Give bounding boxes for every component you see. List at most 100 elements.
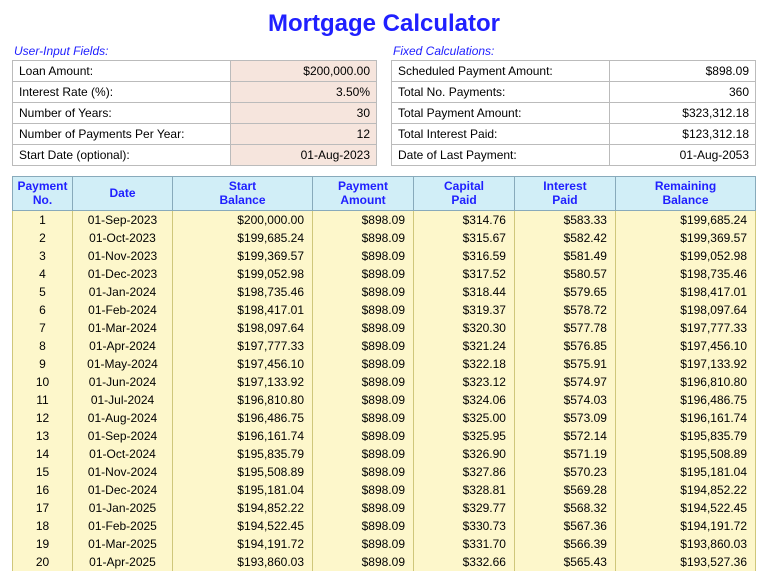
cell-payment-no: 6 (13, 301, 73, 319)
cell-start-balance: $195,508.89 (173, 463, 313, 481)
input-row: Number of Payments Per Year:12 (13, 124, 377, 145)
cell-payment-amount: $898.09 (313, 409, 414, 427)
cell-remaining-balance: $193,527.36 (615, 553, 755, 571)
table-row: 801-Apr-2024$197,777.33$898.09$321.24$57… (13, 337, 756, 355)
cell-payment-amount: $898.09 (313, 463, 414, 481)
cell-interest-paid: $570.23 (514, 463, 615, 481)
fixed-value: $323,312.18 (610, 103, 756, 124)
cell-capital-paid: $327.86 (414, 463, 515, 481)
fixed-label: Total No. Payments: (392, 82, 610, 103)
cell-capital-paid: $330.73 (414, 517, 515, 535)
input-label: Number of Payments Per Year: (13, 124, 231, 145)
col-payment-no: PaymentNo. (13, 177, 73, 211)
cell-interest-paid: $577.78 (514, 319, 615, 337)
cell-start-balance: $195,181.04 (173, 481, 313, 499)
cell-payment-no: 17 (13, 499, 73, 517)
fixed-row: Scheduled Payment Amount:$898.09 (392, 61, 756, 82)
cell-remaining-balance: $194,191.72 (615, 517, 755, 535)
cell-capital-paid: $319.37 (414, 301, 515, 319)
cell-date: 01-Dec-2024 (73, 481, 173, 499)
input-row: Start Date (optional):01-Aug-2023 (13, 145, 377, 166)
cell-payment-no: 1 (13, 210, 73, 229)
cell-payment-no: 5 (13, 283, 73, 301)
cell-capital-paid: $331.70 (414, 535, 515, 553)
cell-interest-paid: $568.32 (514, 499, 615, 517)
col-start-balance: StartBalance (173, 177, 313, 211)
cell-remaining-balance: $197,777.33 (615, 319, 755, 337)
cell-capital-paid: $329.77 (414, 499, 515, 517)
input-value[interactable]: 01-Aug-2023 (231, 145, 377, 166)
input-value[interactable]: $200,000.00 (231, 61, 377, 82)
col-date: Date (73, 177, 173, 211)
cell-payment-no: 20 (13, 553, 73, 571)
cell-payment-no: 3 (13, 247, 73, 265)
cell-start-balance: $194,852.22 (173, 499, 313, 517)
cell-date: 01-Apr-2025 (73, 553, 173, 571)
fixed-value: $123,312.18 (610, 124, 756, 145)
cell-payment-amount: $898.09 (313, 499, 414, 517)
table-row: 1001-Jun-2024$197,133.92$898.09$323.12$5… (13, 373, 756, 391)
cell-payment-amount: $898.09 (313, 265, 414, 283)
cell-interest-paid: $565.43 (514, 553, 615, 571)
fixed-row: Total Interest Paid:$123,312.18 (392, 124, 756, 145)
cell-remaining-balance: $199,685.24 (615, 210, 755, 229)
cell-remaining-balance: $193,860.03 (615, 535, 755, 553)
cell-payment-amount: $898.09 (313, 517, 414, 535)
cell-date: 01-Oct-2024 (73, 445, 173, 463)
table-row: 201-Oct-2023$199,685.24$898.09$315.67$58… (13, 229, 756, 247)
input-row: Interest Rate (%):3.50% (13, 82, 377, 103)
cell-start-balance: $196,161.74 (173, 427, 313, 445)
cell-payment-no: 12 (13, 409, 73, 427)
input-row: Loan Amount:$200,000.00 (13, 61, 377, 82)
cell-start-balance: $199,685.24 (173, 229, 313, 247)
col-remaining-balance: RemainingBalance (615, 177, 755, 211)
cell-date: 01-Jan-2025 (73, 499, 173, 517)
fixed-row: Total Payment Amount:$323,312.18 (392, 103, 756, 124)
input-value[interactable]: 30 (231, 103, 377, 124)
cell-remaining-balance: $194,852.22 (615, 481, 755, 499)
cell-capital-paid: $325.00 (414, 409, 515, 427)
col-capital-paid: CapitalPaid (414, 177, 515, 211)
cell-payment-no: 11 (13, 391, 73, 409)
table-row: 401-Dec-2023$199,052.98$898.09$317.52$58… (13, 265, 756, 283)
cell-payment-amount: $898.09 (313, 427, 414, 445)
table-row: 301-Nov-2023$199,369.57$898.09$316.59$58… (13, 247, 756, 265)
input-value[interactable]: 3.50% (231, 82, 377, 103)
cell-date: 01-Feb-2024 (73, 301, 173, 319)
cell-capital-paid: $324.06 (414, 391, 515, 409)
table-row: 1701-Jan-2025$194,852.22$898.09$329.77$5… (13, 499, 756, 517)
cell-payment-no: 9 (13, 355, 73, 373)
table-row: 501-Jan-2024$198,735.46$898.09$318.44$57… (13, 283, 756, 301)
input-value[interactable]: 12 (231, 124, 377, 145)
table-row: 1801-Feb-2025$194,522.45$898.09$330.73$5… (13, 517, 756, 535)
cell-date: 01-Sep-2024 (73, 427, 173, 445)
cell-start-balance: $194,191.72 (173, 535, 313, 553)
cell-interest-paid: $569.28 (514, 481, 615, 499)
cell-interest-paid: $579.65 (514, 283, 615, 301)
fixed-value: 01-Aug-2053 (610, 145, 756, 166)
cell-payment-no: 4 (13, 265, 73, 283)
table-row: 601-Feb-2024$198,417.01$898.09$319.37$57… (13, 301, 756, 319)
cell-date: 01-Mar-2024 (73, 319, 173, 337)
cell-remaining-balance: $196,486.75 (615, 391, 755, 409)
cell-payment-amount: $898.09 (313, 445, 414, 463)
cell-date: 01-Mar-2025 (73, 535, 173, 553)
cell-payment-amount: $898.09 (313, 247, 414, 265)
fixed-value: $898.09 (610, 61, 756, 82)
cell-remaining-balance: $195,181.04 (615, 463, 755, 481)
cell-remaining-balance: $198,417.01 (615, 283, 755, 301)
cell-payment-amount: $898.09 (313, 373, 414, 391)
cell-start-balance: $196,810.80 (173, 391, 313, 409)
cell-payment-amount: $898.09 (313, 301, 414, 319)
cell-capital-paid: $332.66 (414, 553, 515, 571)
cell-interest-paid: $571.19 (514, 445, 615, 463)
cell-remaining-balance: $197,456.10 (615, 337, 755, 355)
cell-payment-amount: $898.09 (313, 229, 414, 247)
cell-capital-paid: $314.76 (414, 210, 515, 229)
cell-interest-paid: $582.42 (514, 229, 615, 247)
cell-payment-amount: $898.09 (313, 535, 414, 553)
fixed-label: Total Payment Amount: (392, 103, 610, 124)
cell-payment-amount: $898.09 (313, 283, 414, 301)
cell-capital-paid: $323.12 (414, 373, 515, 391)
cell-interest-paid: $580.57 (514, 265, 615, 283)
